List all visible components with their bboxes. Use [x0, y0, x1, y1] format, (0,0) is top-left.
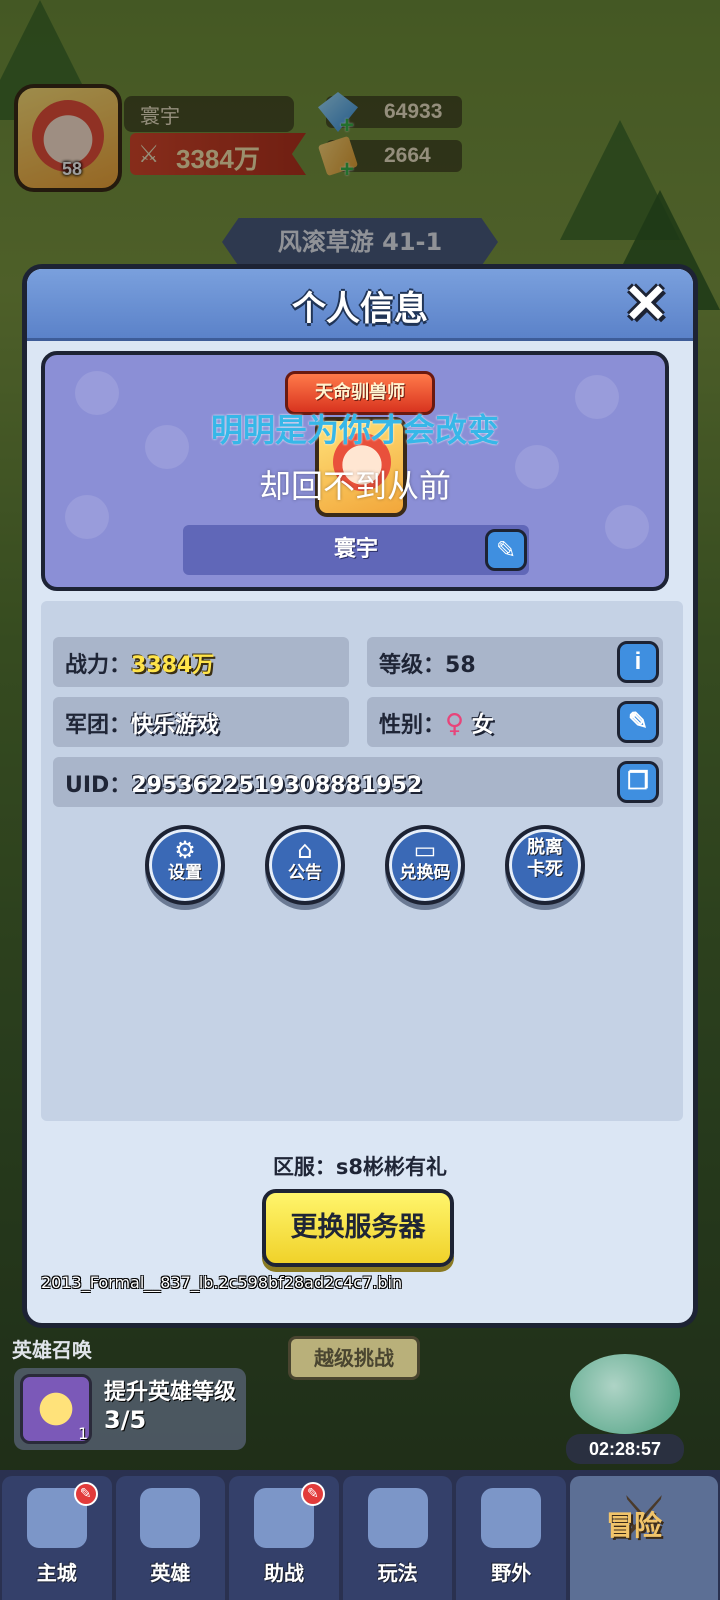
- uid-info: UID：2953622519308881952: [65, 767, 422, 799]
- nav-label: 助战: [264, 1561, 305, 1585]
- gear-icon: ⚙: [174, 836, 196, 864]
- hero-summon-label: 英雄召唤: [12, 1338, 92, 1362]
- close-button[interactable]: ✕: [621, 277, 671, 331]
- gender-value: 女: [471, 713, 494, 738]
- nav-item-support[interactable]: ✎ 助战: [229, 1476, 339, 1600]
- unstuck-button[interactable]: 脱离 卡死: [505, 825, 585, 905]
- settings-label: 设置: [168, 863, 202, 883]
- info-panel: 战力：3384万 等级：58 i 军团：快乐游戏 性别：♀ 女 ✎ UID：29…: [41, 601, 683, 1121]
- debug-build-text: 2013_Formal__837_lb.2c598bf28ad2c4c7.bin: [41, 1273, 403, 1292]
- settings-button[interactable]: ⚙ 设置: [145, 825, 225, 905]
- copy-uid-button[interactable]: ❐: [617, 761, 659, 803]
- level-label: 等级：: [379, 653, 446, 678]
- map-icon: [367, 1488, 428, 1548]
- portal-icon: [481, 1488, 542, 1548]
- unstuck-label: 脱离 卡死: [527, 837, 563, 880]
- copy-icon: ❐: [627, 768, 649, 795]
- profile-name: 寰宇: [183, 525, 529, 575]
- nav-label: 野外: [491, 1561, 532, 1585]
- power-info: 战力：3384万: [65, 647, 214, 679]
- female-icon: ♀: [445, 709, 465, 739]
- nav-item-gameplay[interactable]: 玩法: [342, 1476, 453, 1600]
- nav-label: 冒险: [606, 1509, 663, 1542]
- quest-title: 提升英雄等级: [104, 1380, 237, 1405]
- reward-orb[interactable]: [570, 1354, 680, 1434]
- nav-item-main-city[interactable]: ✎ 主城: [2, 1476, 112, 1600]
- guild-info: 军团：快乐游戏: [65, 707, 219, 739]
- power-label: 战力：: [65, 653, 132, 678]
- uid-label: UID：: [65, 773, 132, 798]
- dialog-title: 个人信息: [292, 289, 428, 329]
- profile-card: 天命驯兽师 明明是为你才会改变 却回不到从前 寰宇 ✎: [41, 351, 669, 591]
- power-row: 战力：3384万: [53, 637, 349, 687]
- quest-card[interactable]: 1 提升英雄等级 3/5: [14, 1368, 246, 1450]
- uid-value: 2953622519308881952: [131, 773, 423, 798]
- nav-label: 主城: [36, 1561, 77, 1585]
- bubble-decoration: [605, 505, 649, 549]
- pencil-icon: ✎: [495, 536, 517, 564]
- helmet-icon: [140, 1488, 201, 1548]
- super-challenge-button[interactable]: 越级挑战: [288, 1336, 420, 1380]
- pencil-icon: ✎: [627, 708, 649, 735]
- level-row: 等级：58 i: [367, 637, 663, 687]
- edit-name-button[interactable]: ✎: [485, 529, 527, 571]
- uid-row: UID：2953622519308881952 ❐: [53, 757, 663, 807]
- power-info-value: 3384万: [131, 653, 215, 678]
- countdown-timer: 02:28:57: [566, 1434, 684, 1464]
- notification-badge: ✎: [300, 1482, 325, 1506]
- guild-row: 军团：快乐游戏: [53, 697, 349, 747]
- gender-label: 性别：: [379, 713, 446, 738]
- lyric-line-2: 却回不到从前: [258, 467, 451, 505]
- info-icon: i: [634, 648, 642, 675]
- quest-count: 1: [78, 1424, 89, 1443]
- lyric-line-1: 明明是为你才会改变: [210, 411, 499, 449]
- redeem-code-button[interactable]: ▭ 兑换码: [385, 825, 465, 905]
- level-info-button[interactable]: i: [617, 641, 659, 683]
- server-info: 区服：s8彬彬有礼: [272, 1155, 448, 1179]
- nav-label: 玩法: [377, 1561, 418, 1585]
- gender-row: 性别：♀ 女 ✎: [367, 697, 663, 747]
- edit-gender-button[interactable]: ✎: [617, 701, 659, 743]
- guild-label: 军团：: [65, 713, 132, 738]
- notification-badge: ✎: [73, 1482, 98, 1506]
- quest-progress: 3/5: [104, 1406, 147, 1434]
- bottom-nav: ✎ 主城 英雄 ✎ 助战 玩法 野外 ⚔ 冒险: [0, 1470, 720, 1600]
- dialog-header: 个人信息 ✕: [27, 269, 693, 341]
- ticket-icon: ▭: [413, 836, 437, 864]
- nav-item-adventure[interactable]: ⚔ 冒险: [570, 1476, 719, 1600]
- notice-icon: ⌂: [297, 836, 313, 864]
- change-server-button[interactable]: 更换服务器: [262, 1189, 454, 1267]
- gender-info: 性别：♀ 女: [379, 707, 494, 739]
- redeem-code-label: 兑换码: [399, 863, 451, 883]
- level-info: 等级：58: [379, 647, 476, 679]
- nav-label: 英雄: [150, 1561, 191, 1585]
- profile-dialog: 个人信息 ✕ 天命驯兽师 明明是为你才会改变 却回不到从前 寰宇 ✎ 战力：33…: [22, 264, 698, 1328]
- nav-item-heroes[interactable]: 英雄: [115, 1476, 226, 1600]
- notice-button[interactable]: ⌂ 公告: [265, 825, 345, 905]
- level-value: 58: [445, 653, 476, 678]
- notice-label: 公告: [288, 863, 322, 883]
- guild-value: 快乐游戏: [131, 713, 220, 738]
